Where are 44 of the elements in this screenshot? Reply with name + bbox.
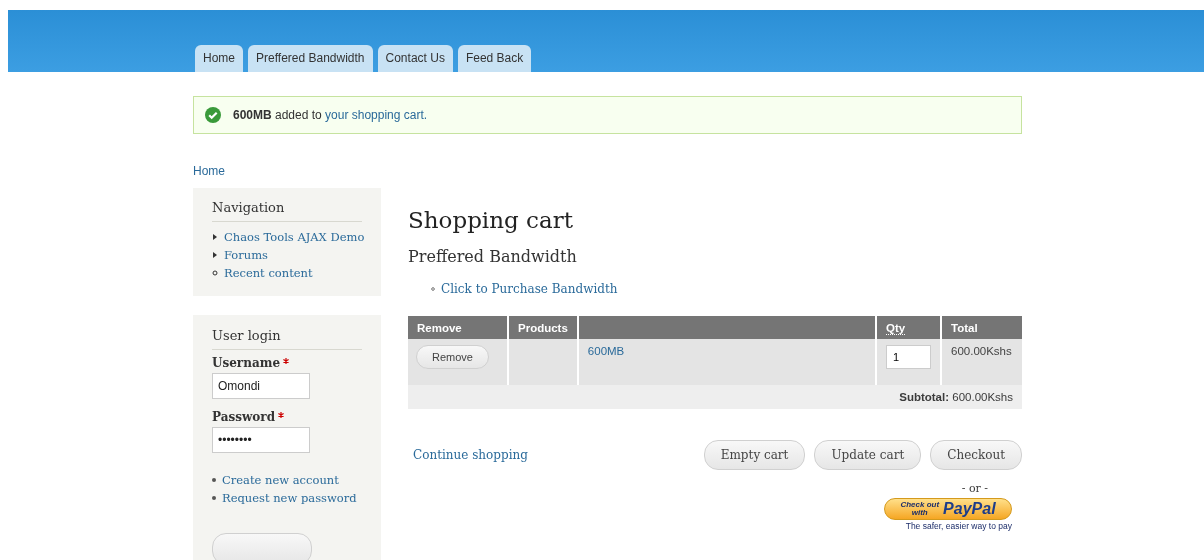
or-text: - or - bbox=[961, 482, 988, 495]
cart-button[interactable]: Empty cart bbox=[703, 440, 806, 470]
bullet-icon bbox=[212, 478, 216, 482]
nav-link[interactable]: Recent content bbox=[224, 264, 313, 282]
field-label: Password bbox=[212, 410, 276, 424]
account-link[interactable]: Request new password bbox=[222, 489, 357, 507]
total-cell: 600.00Kshs bbox=[941, 339, 1022, 385]
block-title: Navigation bbox=[212, 200, 362, 222]
cart-button[interactable]: Update cart bbox=[814, 440, 922, 470]
section-heading: Preffered Bandwidth bbox=[408, 247, 578, 266]
field-label: Username bbox=[212, 356, 280, 370]
nav-tab[interactable]: Home bbox=[195, 45, 243, 72]
message-text: 600MB added to your shopping cart. bbox=[233, 108, 428, 122]
nav-link[interactable]: Chaos Tools AJAX Demo bbox=[224, 228, 365, 246]
column-header: Products bbox=[518, 321, 568, 334]
triangle-bullet-icon bbox=[212, 233, 218, 241]
product-link[interactable]: 600MB bbox=[587, 345, 625, 357]
block-title: User login bbox=[212, 328, 362, 350]
continue-shopping-link[interactable]: Continue shopping bbox=[413, 448, 528, 462]
purchase-link[interactable]: Click to Purchase Bandwidth bbox=[441, 280, 618, 298]
nav-tab[interactable]: Contact Us bbox=[377, 45, 453, 72]
paypal-tagline: The safer, easier way to pay bbox=[905, 521, 1012, 531]
remove-button[interactable]: Remove bbox=[416, 345, 489, 369]
input-field[interactable]: Omondi bbox=[212, 373, 310, 399]
circle-bullet-icon bbox=[431, 287, 435, 291]
triangle-bullet-icon bbox=[212, 251, 218, 259]
cart-button[interactable]: Checkout bbox=[930, 440, 1022, 470]
nav-tab[interactable]: Preffered Bandwidth bbox=[248, 45, 373, 72]
column-header: Total bbox=[951, 321, 978, 334]
account-link[interactable]: Create new account bbox=[222, 471, 339, 489]
nav-link[interactable]: Forums bbox=[224, 246, 268, 264]
subtotal-text: Subtotal: 600.00Kshs bbox=[899, 391, 1013, 403]
column-header: Qty bbox=[886, 321, 906, 335]
checkmark-icon bbox=[205, 107, 221, 123]
page-title: Shopping cart bbox=[408, 206, 574, 235]
nav-tab[interactable]: Feed Back bbox=[457, 45, 532, 72]
input-field[interactable]: •••••••• bbox=[212, 427, 310, 453]
quantity-field[interactable]: 1 bbox=[886, 345, 931, 369]
login-button[interactable] bbox=[212, 533, 312, 560]
bullet-icon bbox=[212, 496, 216, 500]
circle-bullet-icon bbox=[212, 269, 218, 277]
cart-link[interactable]: your shopping cart. bbox=[325, 108, 428, 122]
column-header: Remove bbox=[417, 321, 462, 334]
breadcrumb-link[interactable]: Home bbox=[193, 164, 225, 178]
